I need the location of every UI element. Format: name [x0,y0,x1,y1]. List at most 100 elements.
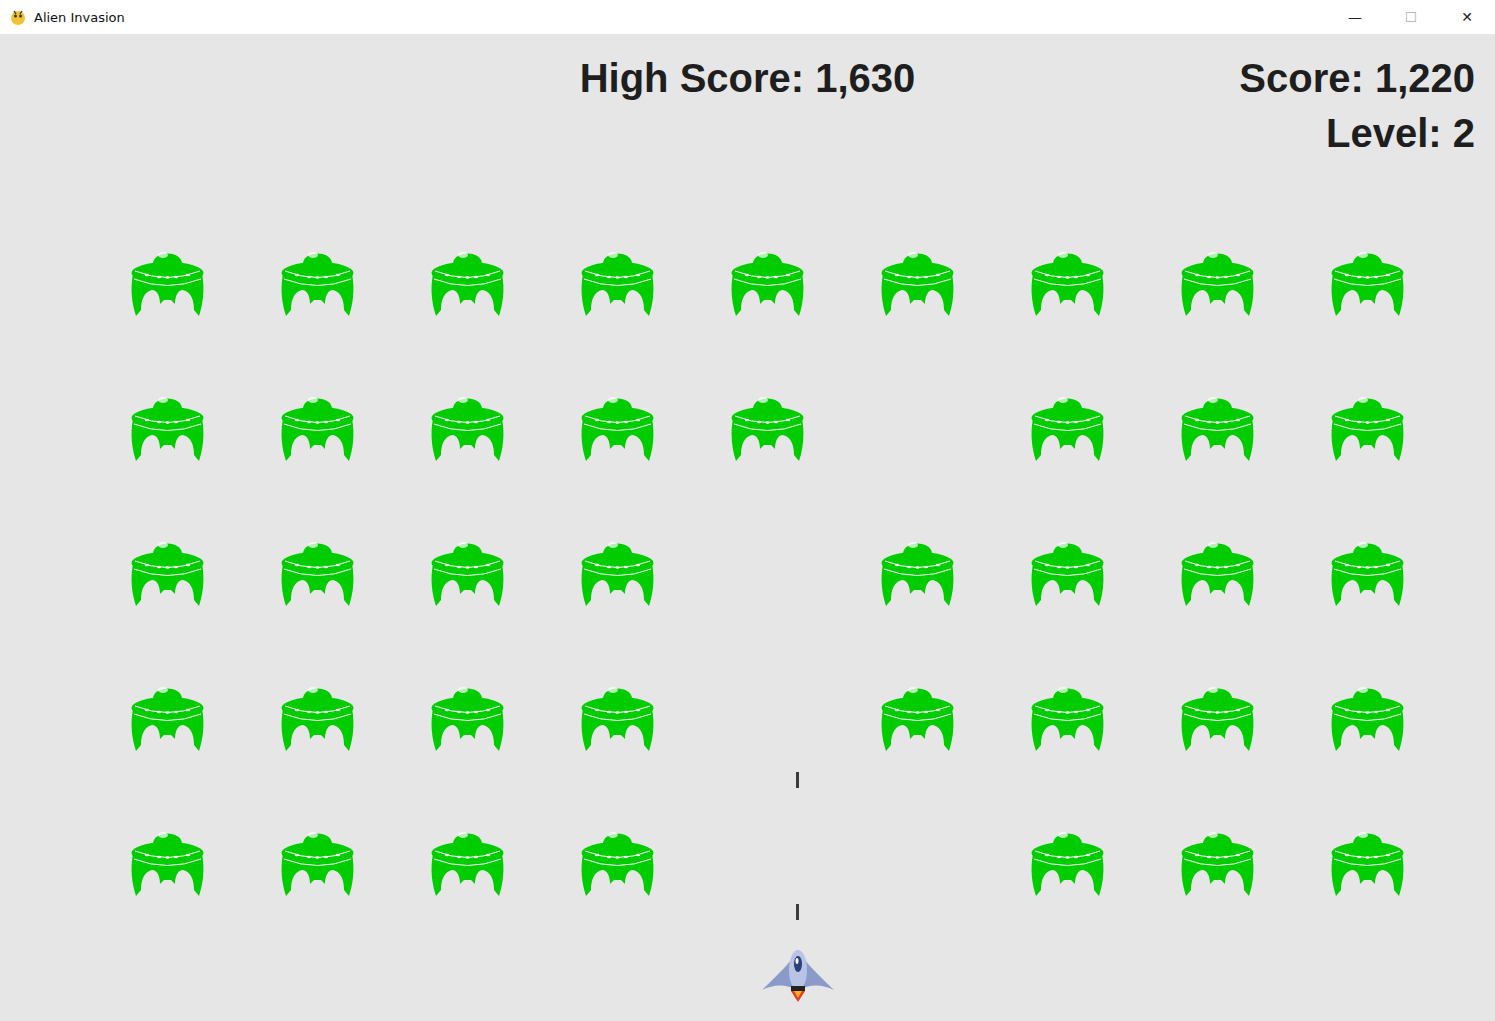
alien-icon [430,824,505,896]
alien-slot [1330,534,1405,606]
alien-slot [130,534,205,606]
alien-icon [580,534,655,606]
alien-slot [280,534,355,606]
score: Score: 1,220 [1239,51,1475,106]
alien-slot [730,824,805,896]
alien-slot [430,679,505,751]
alien-icon [1330,534,1405,606]
alien-slot [580,244,655,316]
close-button[interactable]: ✕ [1439,0,1495,34]
alien-icon [430,679,505,751]
alien-icon [1030,534,1105,606]
alien-icon [1180,824,1255,896]
alien-icon [580,679,655,751]
alien-slot [580,534,655,606]
alien-slot [580,824,655,896]
alien-slot [1180,824,1255,896]
alien-slot [1030,679,1105,751]
alien-icon [280,534,355,606]
maximize-button[interactable]: ☐ [1383,0,1439,34]
alien-icon [880,679,955,751]
alien-icon [1030,389,1105,461]
alien-icon [1330,244,1405,316]
alien-icon [1330,824,1405,896]
alien-icon [1330,679,1405,751]
alien-icon [430,534,505,606]
alien-icon [430,389,505,461]
alien-icon [130,389,205,461]
alien-icon [1180,679,1255,751]
alien-slot [430,534,505,606]
alien-icon [280,824,355,896]
alien-icon [880,534,955,606]
high-score: High Score: 1,630 [580,51,916,161]
play-field: High Score: 1,630 Score: 1,220Level: 2 [0,34,1495,1021]
alien-slot [580,679,655,751]
alien-icon [580,389,655,461]
alien-icon [580,244,655,316]
alien-slot [280,389,355,461]
alien-icon [130,534,205,606]
alien-slot [430,244,505,316]
alien-slot [880,244,955,316]
ship-icon [760,944,836,1002]
alien-slot [580,389,655,461]
alien-icon [280,389,355,461]
alien-slot [430,389,505,461]
alien-slot [730,244,805,316]
alien-icon [1330,389,1405,461]
alien-icon [130,244,205,316]
title-bar: Alien Invasion—☐✕ [0,0,1495,34]
alien-slot [1030,389,1105,461]
alien-slot [1330,244,1405,316]
alien-slot [730,679,805,751]
window-title: Alien Invasion [34,10,1327,25]
alien-slot [1180,244,1255,316]
alien-slot [1030,244,1105,316]
alien-icon [730,389,805,461]
alien-slot [880,389,955,461]
alien-icon [1030,824,1105,896]
alien-slot [1180,389,1255,461]
alien-slot [1180,679,1255,751]
alien-slot [880,679,955,751]
alien-icon [1180,534,1255,606]
alien-icon [430,244,505,316]
alien-icon [730,244,805,316]
alien-fleet [0,244,1495,896]
ship-row [0,944,1495,1002]
alien-slot [730,389,805,461]
alien-icon [1030,679,1105,751]
level: Level: 2 [1326,106,1475,161]
alien-slot [880,824,955,896]
bullet [796,904,799,920]
alien-icon [1180,244,1255,316]
alien-icon [880,244,955,316]
bullet [796,772,799,788]
alien-slot [1330,389,1405,461]
alien-icon [280,244,355,316]
alien-slot [280,244,355,316]
alien-icon [580,824,655,896]
alien-slot [280,824,355,896]
alien-slot [1330,824,1405,896]
alien-slot [880,534,955,606]
alien-slot [1330,679,1405,751]
alien-icon [1180,389,1255,461]
alien-icon [280,679,355,751]
alien-slot [130,389,205,461]
scoreboard: High Score: 1,630 Score: 1,220Level: 2 [0,34,1495,161]
alien-slot [1180,534,1255,606]
minimize-button[interactable]: — [1327,0,1383,34]
pygame-icon [9,8,27,26]
alien-slot [280,679,355,751]
window-controls: —☐✕ [1327,0,1495,34]
alien-icon [130,824,205,896]
alien-slot [130,824,205,896]
alien-slot [1030,824,1105,896]
alien-slot [430,824,505,896]
alien-slot [130,244,205,316]
alien-slot [730,534,805,606]
alien-icon [1030,244,1105,316]
game-window: Alien Invasion—☐✕ High Score: 1,630 Score:… [0,0,1495,1021]
